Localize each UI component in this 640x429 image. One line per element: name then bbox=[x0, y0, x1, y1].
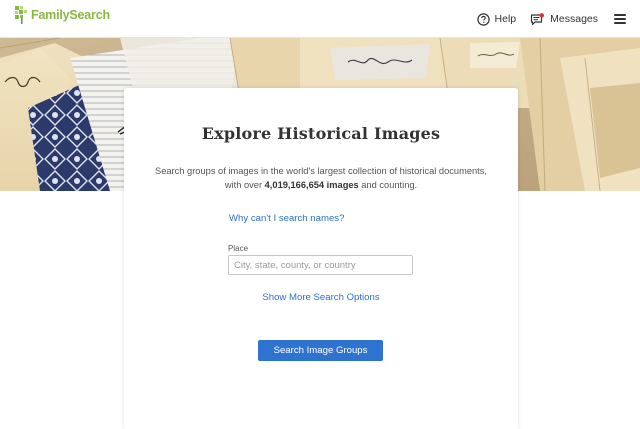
header-nav: Help Messages bbox=[463, 0, 626, 38]
why-cant-search-names-link[interactable]: Why can't I search names? bbox=[229, 213, 344, 224]
description-tail: and counting. bbox=[358, 180, 418, 190]
place-label: Place bbox=[228, 244, 249, 253]
familysearch-tree-icon bbox=[15, 6, 27, 24]
explore-images-card: Explore Historical Images Search groups … bbox=[124, 88, 518, 429]
familysearch-logo[interactable]: FamilySearch bbox=[14, 5, 110, 25]
messages-link[interactable]: Messages bbox=[530, 12, 598, 26]
show-more-options-link[interactable]: Show More Search Options bbox=[124, 292, 518, 303]
page-title: Explore Historical Images bbox=[201, 124, 441, 143]
hamburger-menu-icon[interactable] bbox=[614, 14, 626, 24]
messages-label: Messages bbox=[550, 13, 598, 25]
logo-text: FamilySearch bbox=[31, 8, 110, 22]
help-label: Help bbox=[494, 13, 517, 25]
place-input[interactable] bbox=[228, 255, 413, 275]
top-header: FamilySearch Help Messages bbox=[0, 0, 640, 38]
question-circle-icon bbox=[476, 12, 490, 26]
image-count: 4,019,166,654 images bbox=[264, 180, 359, 190]
help-link[interactable]: Help bbox=[476, 12, 517, 26]
page-description: Search groups of images in the world's l… bbox=[154, 164, 488, 192]
message-icon bbox=[531, 12, 545, 25]
search-image-groups-button[interactable]: Search Image Groups bbox=[258, 340, 383, 361]
